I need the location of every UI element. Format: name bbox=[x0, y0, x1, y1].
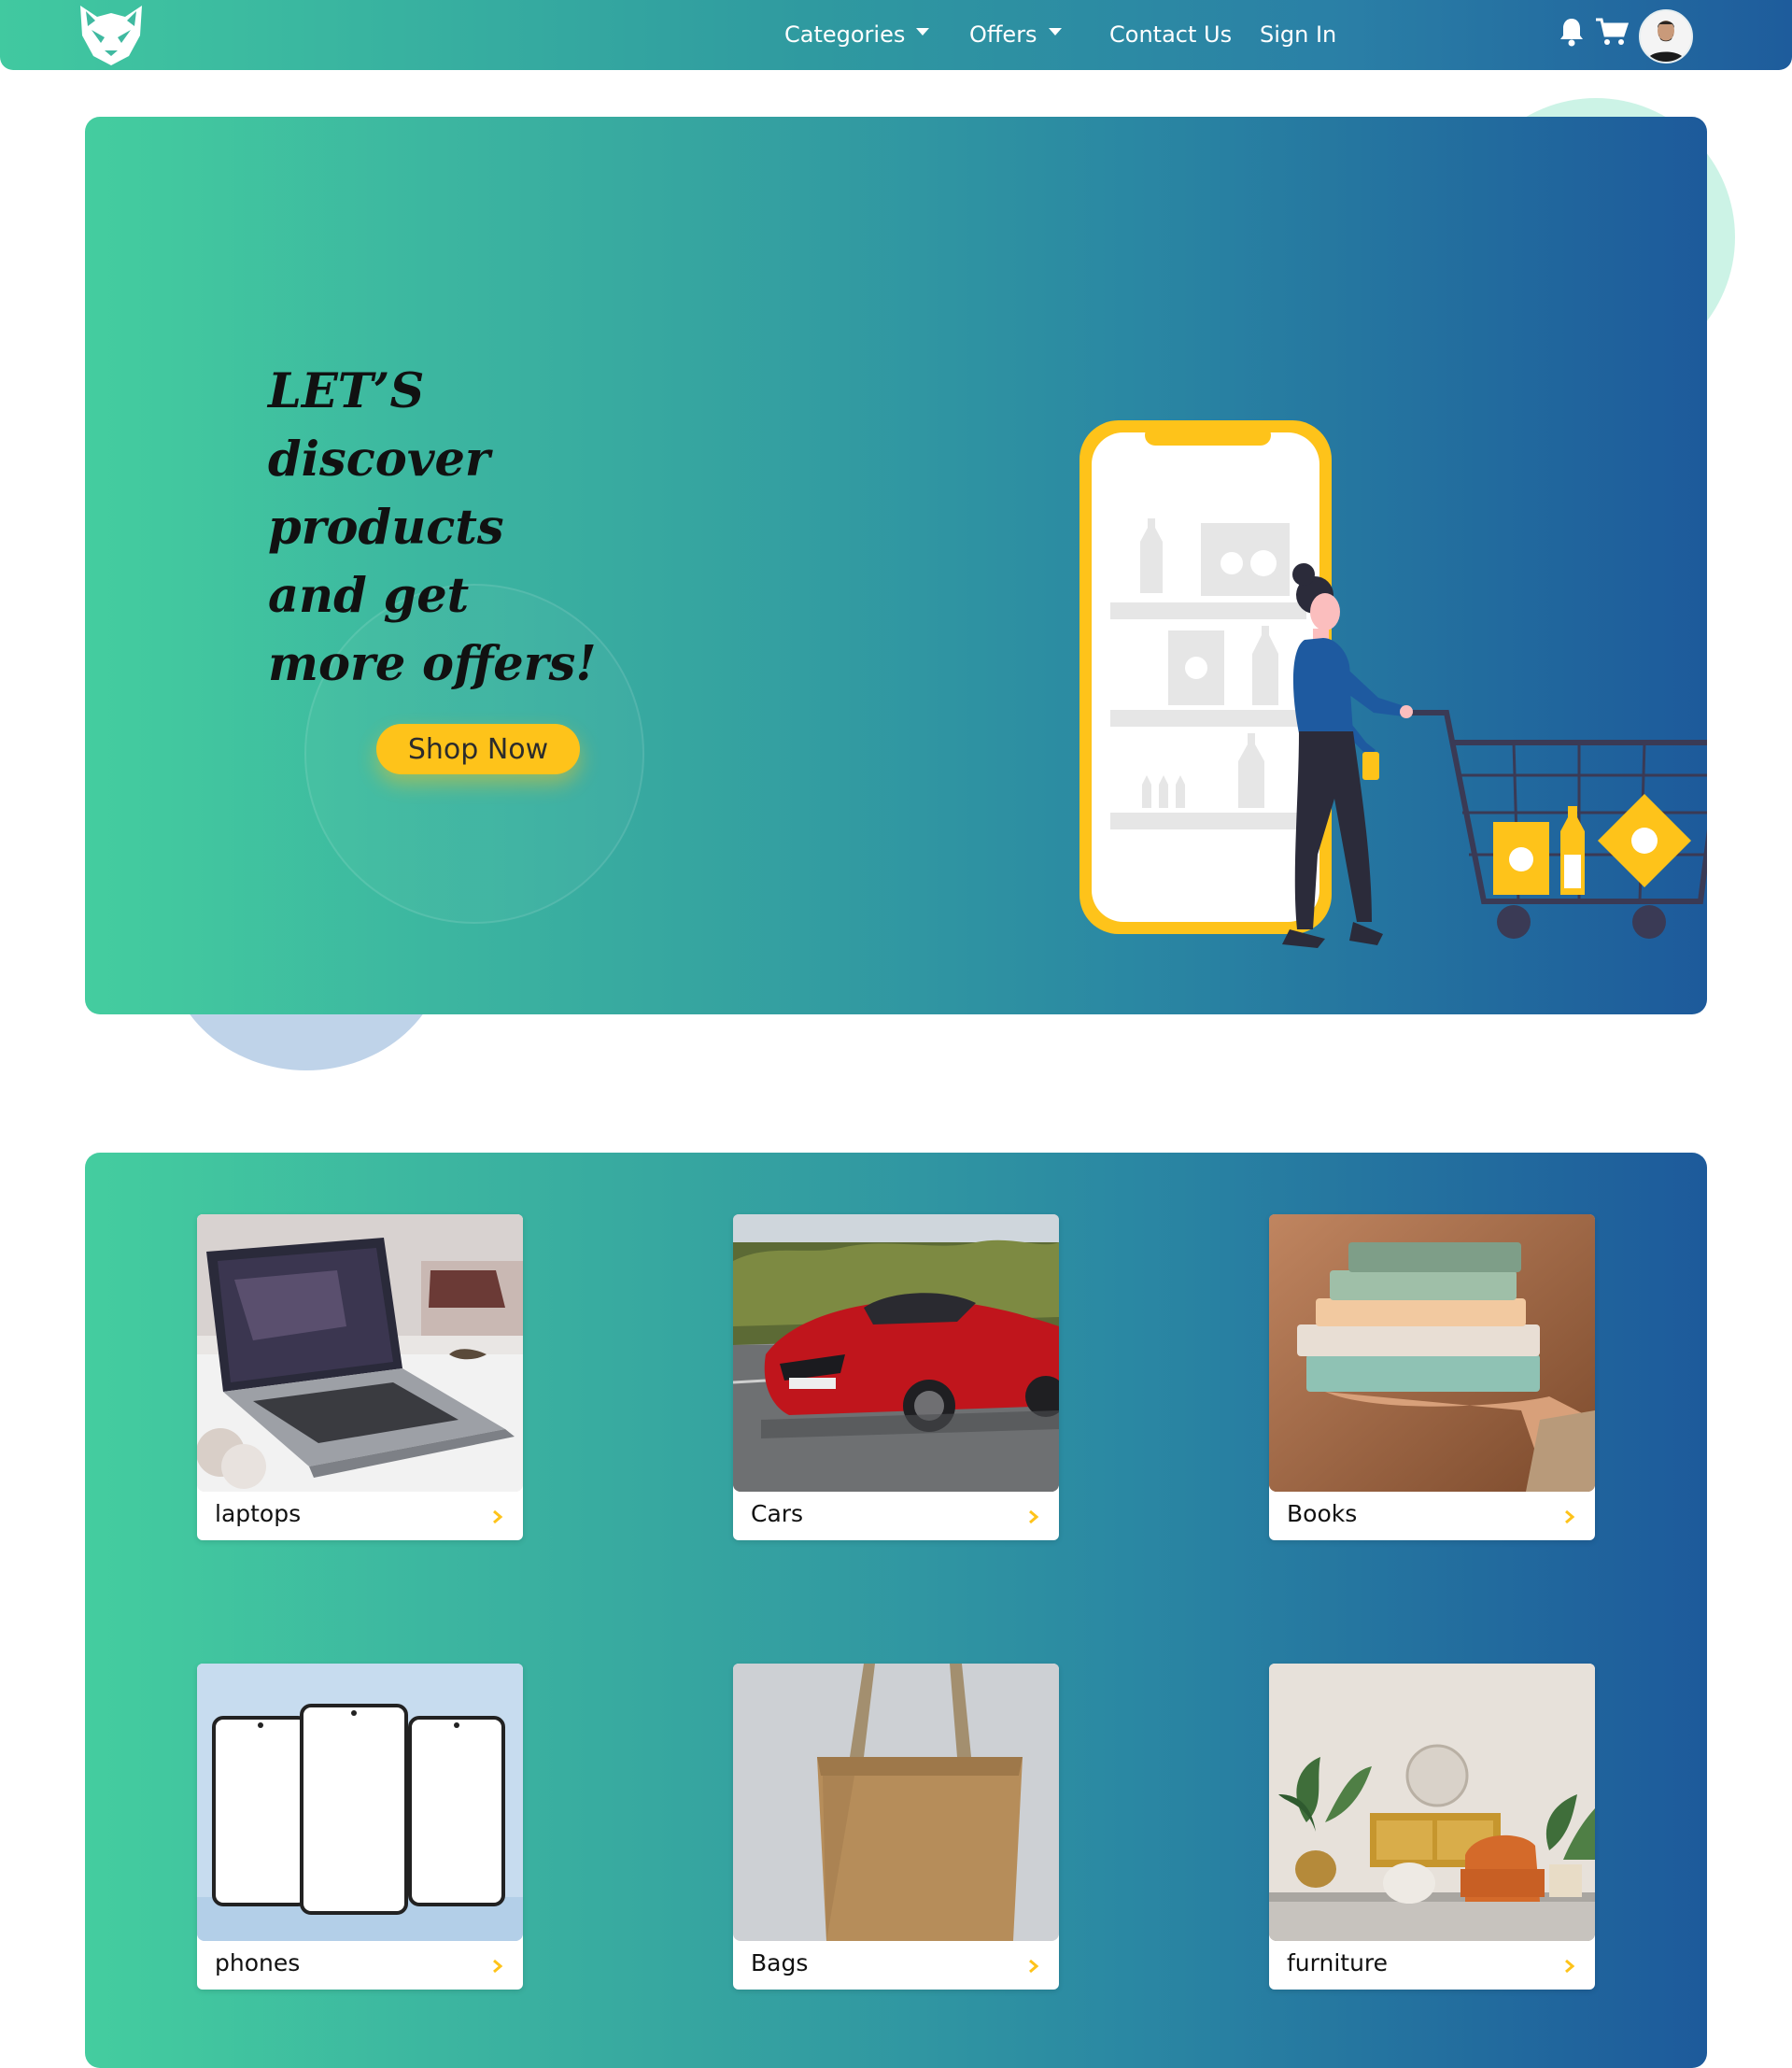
category-card-phones[interactable]: phones bbox=[197, 1664, 523, 1990]
user-avatar[interactable] bbox=[1639, 9, 1693, 64]
laptop-photo bbox=[197, 1214, 523, 1492]
chevron-right-icon bbox=[1029, 1509, 1039, 1524]
phones-photo bbox=[197, 1664, 523, 1941]
fox-logo-icon[interactable] bbox=[77, 2, 146, 67]
books-stack-photo bbox=[1269, 1214, 1595, 1492]
shop-now-button[interactable]: Shop Now bbox=[376, 724, 580, 774]
cart-icon[interactable] bbox=[1595, 17, 1629, 47]
chevron-right-icon bbox=[493, 1959, 503, 1974]
category-card-furniture[interactable]: furniture bbox=[1269, 1664, 1595, 1990]
category-card-books[interactable]: Books bbox=[1269, 1214, 1595, 1540]
category-card-laptops[interactable]: laptops bbox=[197, 1214, 523, 1540]
tote-bag-photo bbox=[733, 1664, 1059, 1941]
hero-banner: LET’S discover products and get more off… bbox=[85, 117, 1707, 1014]
nav-contact-label: Contact Us bbox=[1109, 21, 1233, 48]
hero-title-line: discover bbox=[268, 432, 490, 488]
chevron-right-icon bbox=[493, 1509, 503, 1524]
nav-categories[interactable]: Categories bbox=[784, 21, 930, 49]
category-label: Cars bbox=[751, 1500, 804, 1527]
woman-shopping-cart-phone-illustration bbox=[1079, 420, 1707, 948]
avatar-person-icon bbox=[1641, 11, 1691, 62]
category-card-bags[interactable]: Bags bbox=[733, 1664, 1059, 1990]
category-label: furniture bbox=[1287, 1949, 1389, 1976]
category-label: phones bbox=[215, 1949, 301, 1976]
hero-title-line: products bbox=[268, 500, 504, 556]
chevron-right-icon bbox=[1565, 1509, 1575, 1524]
nav-sign-in[interactable]: Sign In bbox=[1260, 21, 1336, 49]
chevron-down-icon bbox=[916, 28, 930, 35]
living-room-photo bbox=[1269, 1664, 1595, 1941]
bell-icon[interactable] bbox=[1559, 17, 1585, 47]
nav-offers[interactable]: Offers bbox=[969, 21, 1062, 49]
nav-categories-label: Categories bbox=[784, 21, 906, 48]
red-car-photo bbox=[733, 1214, 1059, 1492]
category-label: Bags bbox=[751, 1949, 809, 1976]
category-label: Books bbox=[1287, 1500, 1358, 1527]
nav-contact-us[interactable]: Contact Us bbox=[1109, 21, 1232, 49]
chevron-down-icon bbox=[1048, 28, 1062, 35]
hero-title-line: and get bbox=[268, 568, 470, 624]
nav-offers-label: Offers bbox=[969, 21, 1037, 48]
hero-title-line: more offers! bbox=[268, 636, 597, 692]
nav-sign-in-label: Sign In bbox=[1260, 21, 1337, 48]
navbar: Categories Offers Contact Us Sign In bbox=[0, 0, 1792, 70]
chevron-right-icon bbox=[1029, 1959, 1039, 1974]
hero-title: LET’S discover products and get more off… bbox=[268, 358, 660, 699]
chevron-right-icon bbox=[1565, 1959, 1575, 1974]
categories-section: laptops Cars Books phones Bags furniture bbox=[85, 1153, 1707, 2068]
category-card-cars[interactable]: Cars bbox=[733, 1214, 1059, 1540]
hero-title-line: LET’S bbox=[268, 363, 425, 419]
category-label: laptops bbox=[215, 1500, 302, 1527]
